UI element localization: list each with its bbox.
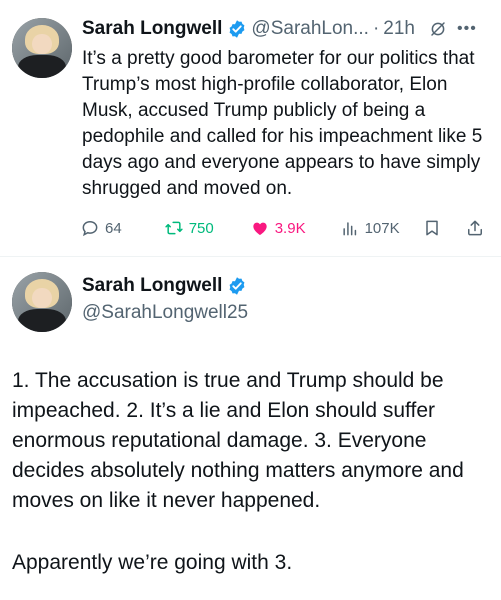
- views-count: 107K: [364, 219, 400, 237]
- views-button[interactable]: 107K: [340, 218, 400, 238]
- tweet-header: Sarah Longwell @SarahLon... · 21h •••: [82, 14, 492, 44]
- avatar[interactable]: [12, 272, 72, 332]
- share-button[interactable]: [465, 218, 490, 238]
- repost-count: 750: [188, 219, 214, 237]
- verified-badge-icon: [230, 20, 245, 38]
- reply-count: 64: [105, 219, 122, 237]
- verified-badge-icon: [230, 277, 245, 295]
- bookmark-icon: [425, 220, 438, 236]
- more-icon[interactable]: •••: [457, 20, 477, 38]
- display-name[interactable]: Sarah Longwell: [82, 275, 222, 297]
- handle[interactable]: @SarahLongwell25: [82, 302, 248, 324]
- display-name-row: Sarah Longwell: [82, 275, 251, 297]
- repost-button[interactable]: 750: [164, 218, 214, 238]
- like-button[interactable]: 3.9K: [250, 218, 306, 238]
- views-icon: [342, 222, 356, 236]
- action-bar: 64 750 3.9K 107K: [80, 214, 495, 242]
- share-icon: [467, 220, 482, 236]
- tweet-text: It’s a pretty good barometer for our pol…: [82, 48, 483, 199]
- repost-icon: [165, 221, 183, 235]
- bookmark-button[interactable]: [422, 218, 447, 238]
- reply-icon: [82, 220, 98, 237]
- handle[interactable]: @SarahLon...: [251, 18, 369, 40]
- reply-button[interactable]: 64: [80, 218, 122, 238]
- display-name[interactable]: Sarah Longwell: [82, 18, 222, 40]
- grok-icon[interactable]: [429, 20, 447, 38]
- like-count: 3.9K: [274, 219, 306, 237]
- heart-icon: [253, 222, 267, 236]
- tweet-text: 1. The accusation is true and Trump shou…: [12, 369, 464, 512]
- separator: ·: [372, 18, 380, 39]
- divider: [0, 256, 501, 257]
- avatar[interactable]: [12, 18, 72, 78]
- tweet-text-2: Apparently we’re going with 3.: [12, 551, 293, 574]
- timestamp[interactable]: 21h: [383, 18, 415, 40]
